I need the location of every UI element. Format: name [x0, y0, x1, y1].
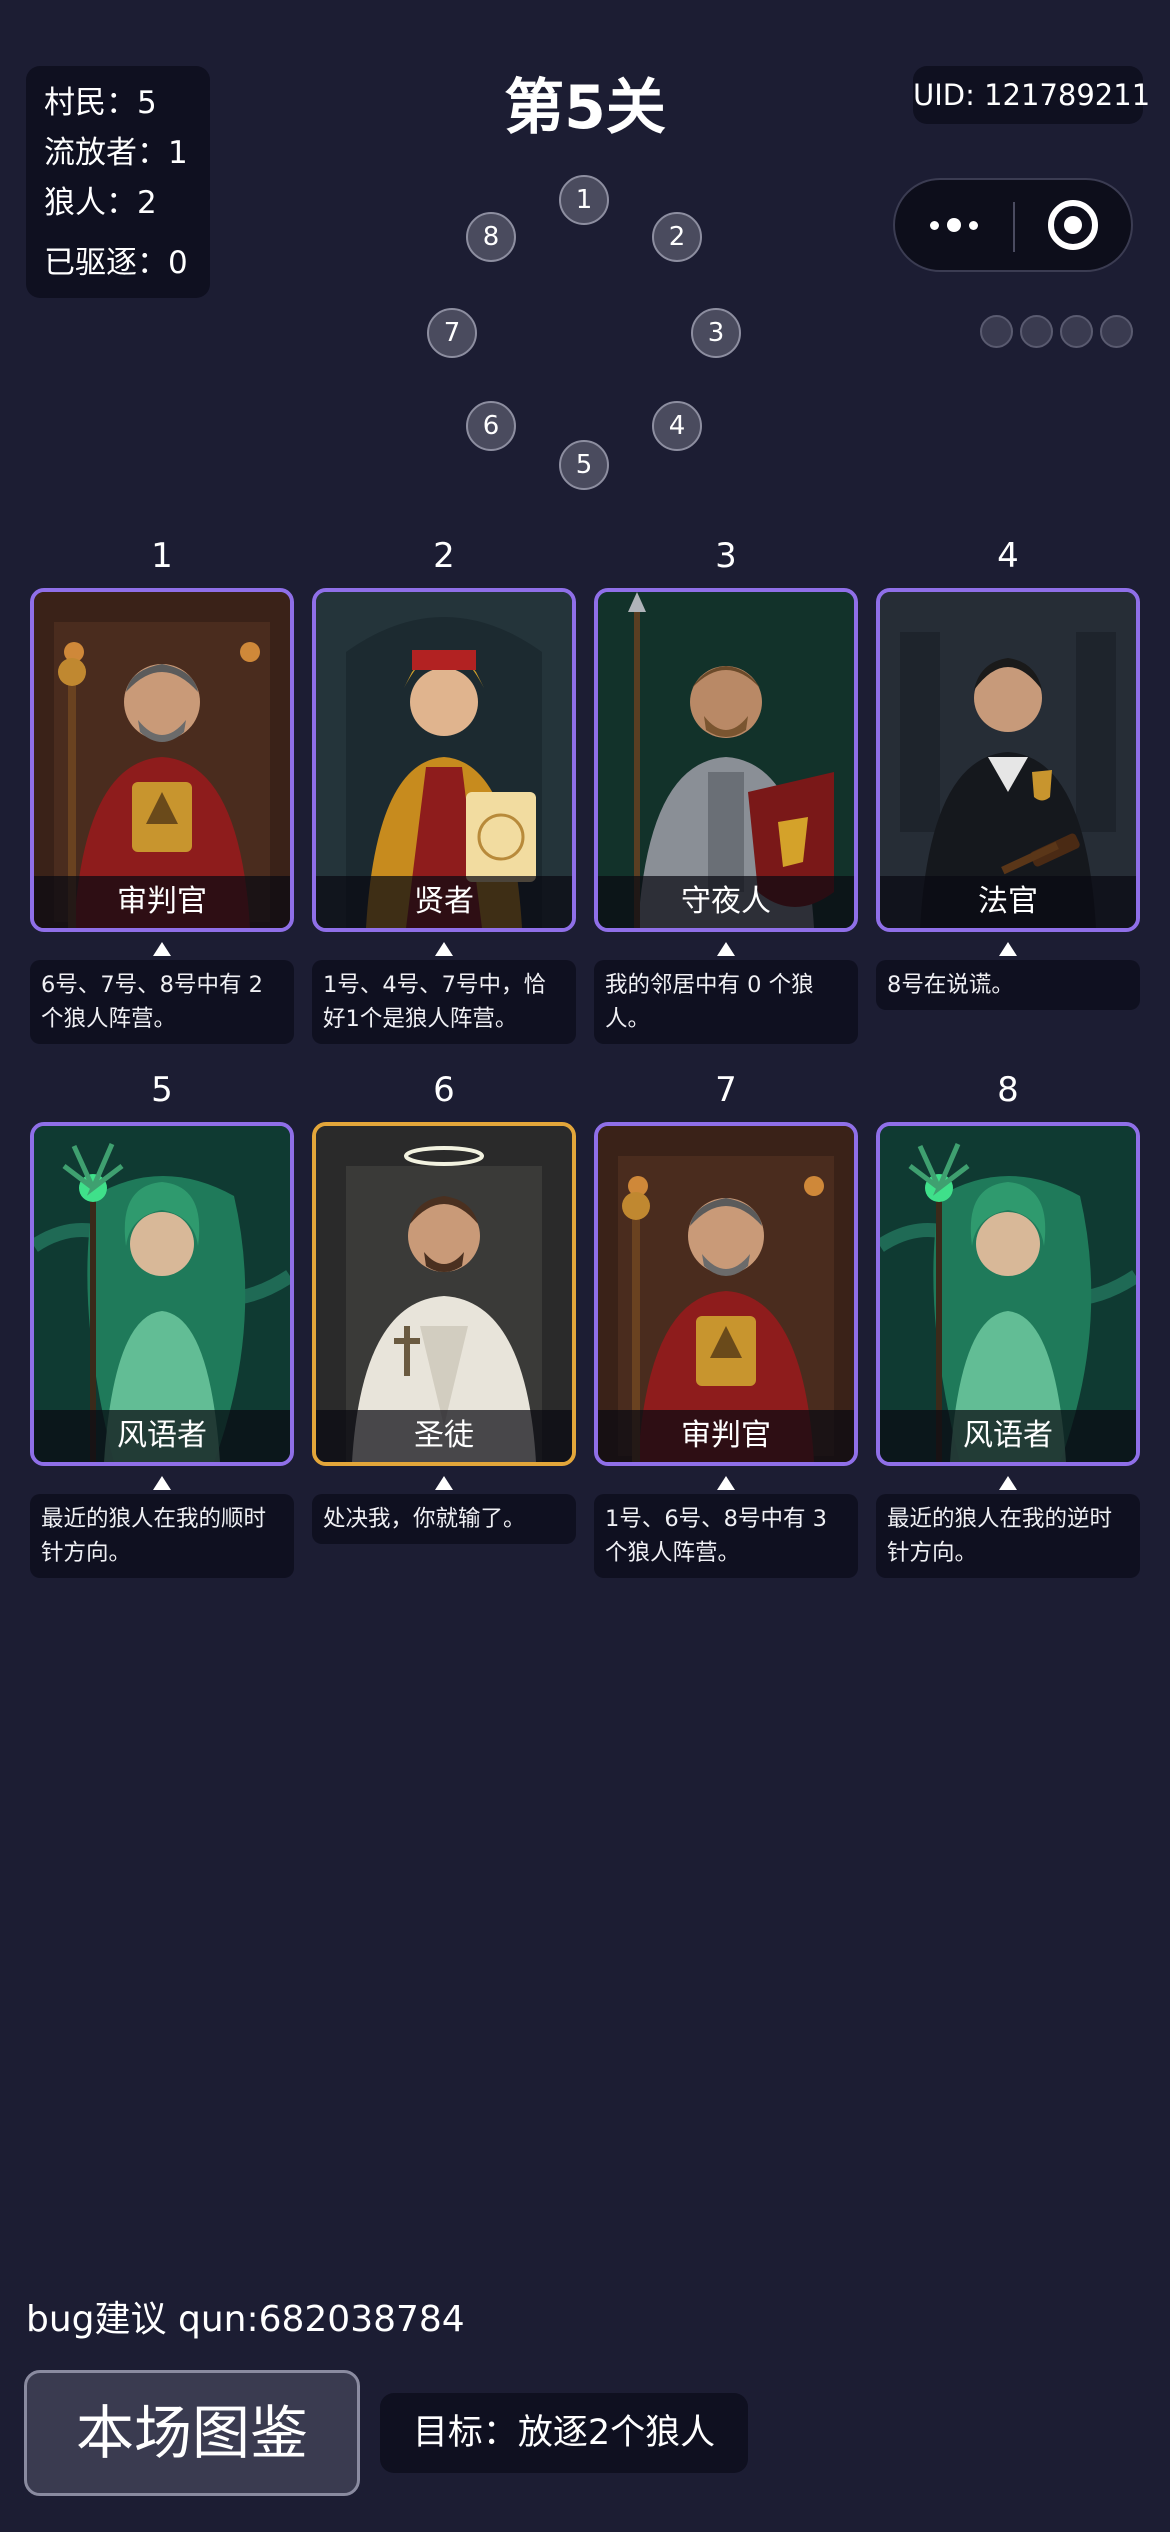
card-number: 1 [151, 536, 173, 576]
clue-bubble: 1号、6号、8号中有 3 个狼人阵营。 [594, 1494, 858, 1578]
clue-bubble: 最近的狼人在我的顺时针方向。 [30, 1494, 294, 1578]
bug-report-note: bug建议 qun:682038784 [26, 2299, 465, 2340]
pointer-triangle-icon [435, 1476, 453, 1490]
role-card[interactable]: 风语者 [876, 1122, 1140, 1466]
faction-stats-panel: 村民：5 流放者：1 狼人：2 已驱逐：0 [26, 66, 210, 298]
card-number: 7 [715, 1070, 737, 1110]
card-number: 8 [997, 1070, 1019, 1110]
stat-exiles: 流放者：1 [44, 135, 188, 171]
player-card-slot-2: 2 贤者 1号、4号、7号中，恰好1个是狼人阵营。 [312, 532, 576, 1044]
player-card-slot-1: 1 审判官 6号、7号、8号中有 2 个狼人阵营。 [30, 532, 294, 1044]
role-card[interactable]: 贤者 [312, 588, 576, 932]
role-card[interactable]: 审判官 [594, 1122, 858, 1466]
seat-marker-1[interactable]: 1 [559, 175, 609, 225]
role-name: 审判官 [598, 1410, 854, 1462]
role-name: 风语者 [34, 1410, 290, 1462]
clue-bubble: 1号、4号、7号中，恰好1个是狼人阵营。 [312, 960, 576, 1044]
seat-marker-3[interactable]: 3 [691, 308, 741, 358]
role-card[interactable]: 风语者 [30, 1122, 294, 1466]
seat-marker-6[interactable]: 6 [466, 401, 516, 451]
player-card-slot-6: 6 圣徒 处决我，你就输了。 [312, 1066, 576, 1544]
uid-badge: UID: 121789211 [913, 66, 1150, 124]
seat-marker-2[interactable]: 2 [652, 212, 702, 262]
card-number: 2 [433, 536, 455, 576]
pointer-triangle-icon [717, 942, 735, 956]
role-name: 法官 [880, 876, 1136, 928]
pointer-triangle-icon [435, 942, 453, 956]
card-number: 5 [151, 1070, 173, 1110]
more-dots-icon[interactable] [895, 180, 1013, 270]
pointer-triangle-icon [717, 1476, 735, 1490]
miniprogram-capsule [893, 178, 1133, 272]
clue-bubble: 6号、7号、8号中有 2 个狼人阵营。 [30, 960, 294, 1044]
player-card-slot-3: 3 守夜人 我的邻居中有 0 个狼人。 [594, 532, 858, 1044]
role-card[interactable]: 审判官 [30, 588, 294, 932]
page-dot [1060, 315, 1093, 348]
role-name: 审判官 [34, 876, 290, 928]
page-indicator [980, 315, 1133, 348]
role-guide-button[interactable]: 本场图鉴 [24, 2370, 360, 2496]
role-name: 风语者 [880, 1410, 1136, 1462]
role-name: 守夜人 [598, 876, 854, 928]
stat-werewolves: 狼人：2 [44, 185, 157, 221]
player-card-slot-7: 7 审判官 1号、6号、8号中有 3 个狼人阵营。 [594, 1066, 858, 1578]
role-card[interactable]: 法官 [876, 588, 1140, 932]
page-dot [1020, 315, 1053, 348]
clue-bubble: 8号在说谎。 [876, 960, 1140, 1010]
role-card[interactable]: 圣徒 [312, 1122, 576, 1466]
clue-bubble: 我的邻居中有 0 个狼人。 [594, 960, 858, 1044]
pointer-triangle-icon [999, 1476, 1017, 1490]
page-dot [1100, 315, 1133, 348]
player-card-slot-4: 4 法官 8号在说谎。 [876, 532, 1140, 1010]
stat-expelled: 已驱逐：0 [44, 245, 188, 281]
pointer-triangle-icon [153, 1476, 171, 1490]
card-number: 4 [997, 536, 1019, 576]
player-card-slot-5: 5 风语者 最近的狼人在我的顺时针方向。 [30, 1066, 294, 1578]
card-number: 3 [715, 536, 737, 576]
seat-marker-7[interactable]: 7 [427, 308, 477, 358]
target-close-icon[interactable] [1015, 180, 1131, 270]
page-dot [980, 315, 1013, 348]
pointer-triangle-icon [999, 942, 1017, 956]
card-number: 6 [433, 1070, 455, 1110]
clue-bubble: 最近的狼人在我的逆时针方向。 [876, 1494, 1140, 1578]
seat-marker-4[interactable]: 4 [652, 401, 702, 451]
seat-marker-8[interactable]: 8 [466, 212, 516, 262]
player-card-slot-8: 8 风语者 最近的狼人在我的逆时针方向。 [876, 1066, 1140, 1578]
role-name: 贤者 [316, 876, 572, 928]
role-name: 圣徒 [316, 1410, 572, 1462]
goal-banner: 目标：放逐2个狼人 [380, 2393, 748, 2473]
seat-marker-5[interactable]: 5 [559, 440, 609, 490]
pointer-triangle-icon [153, 942, 171, 956]
clue-bubble: 处决我，你就输了。 [312, 1494, 576, 1544]
stat-villagers: 村民：5 [44, 85, 157, 121]
role-card[interactable]: 守夜人 [594, 588, 858, 932]
